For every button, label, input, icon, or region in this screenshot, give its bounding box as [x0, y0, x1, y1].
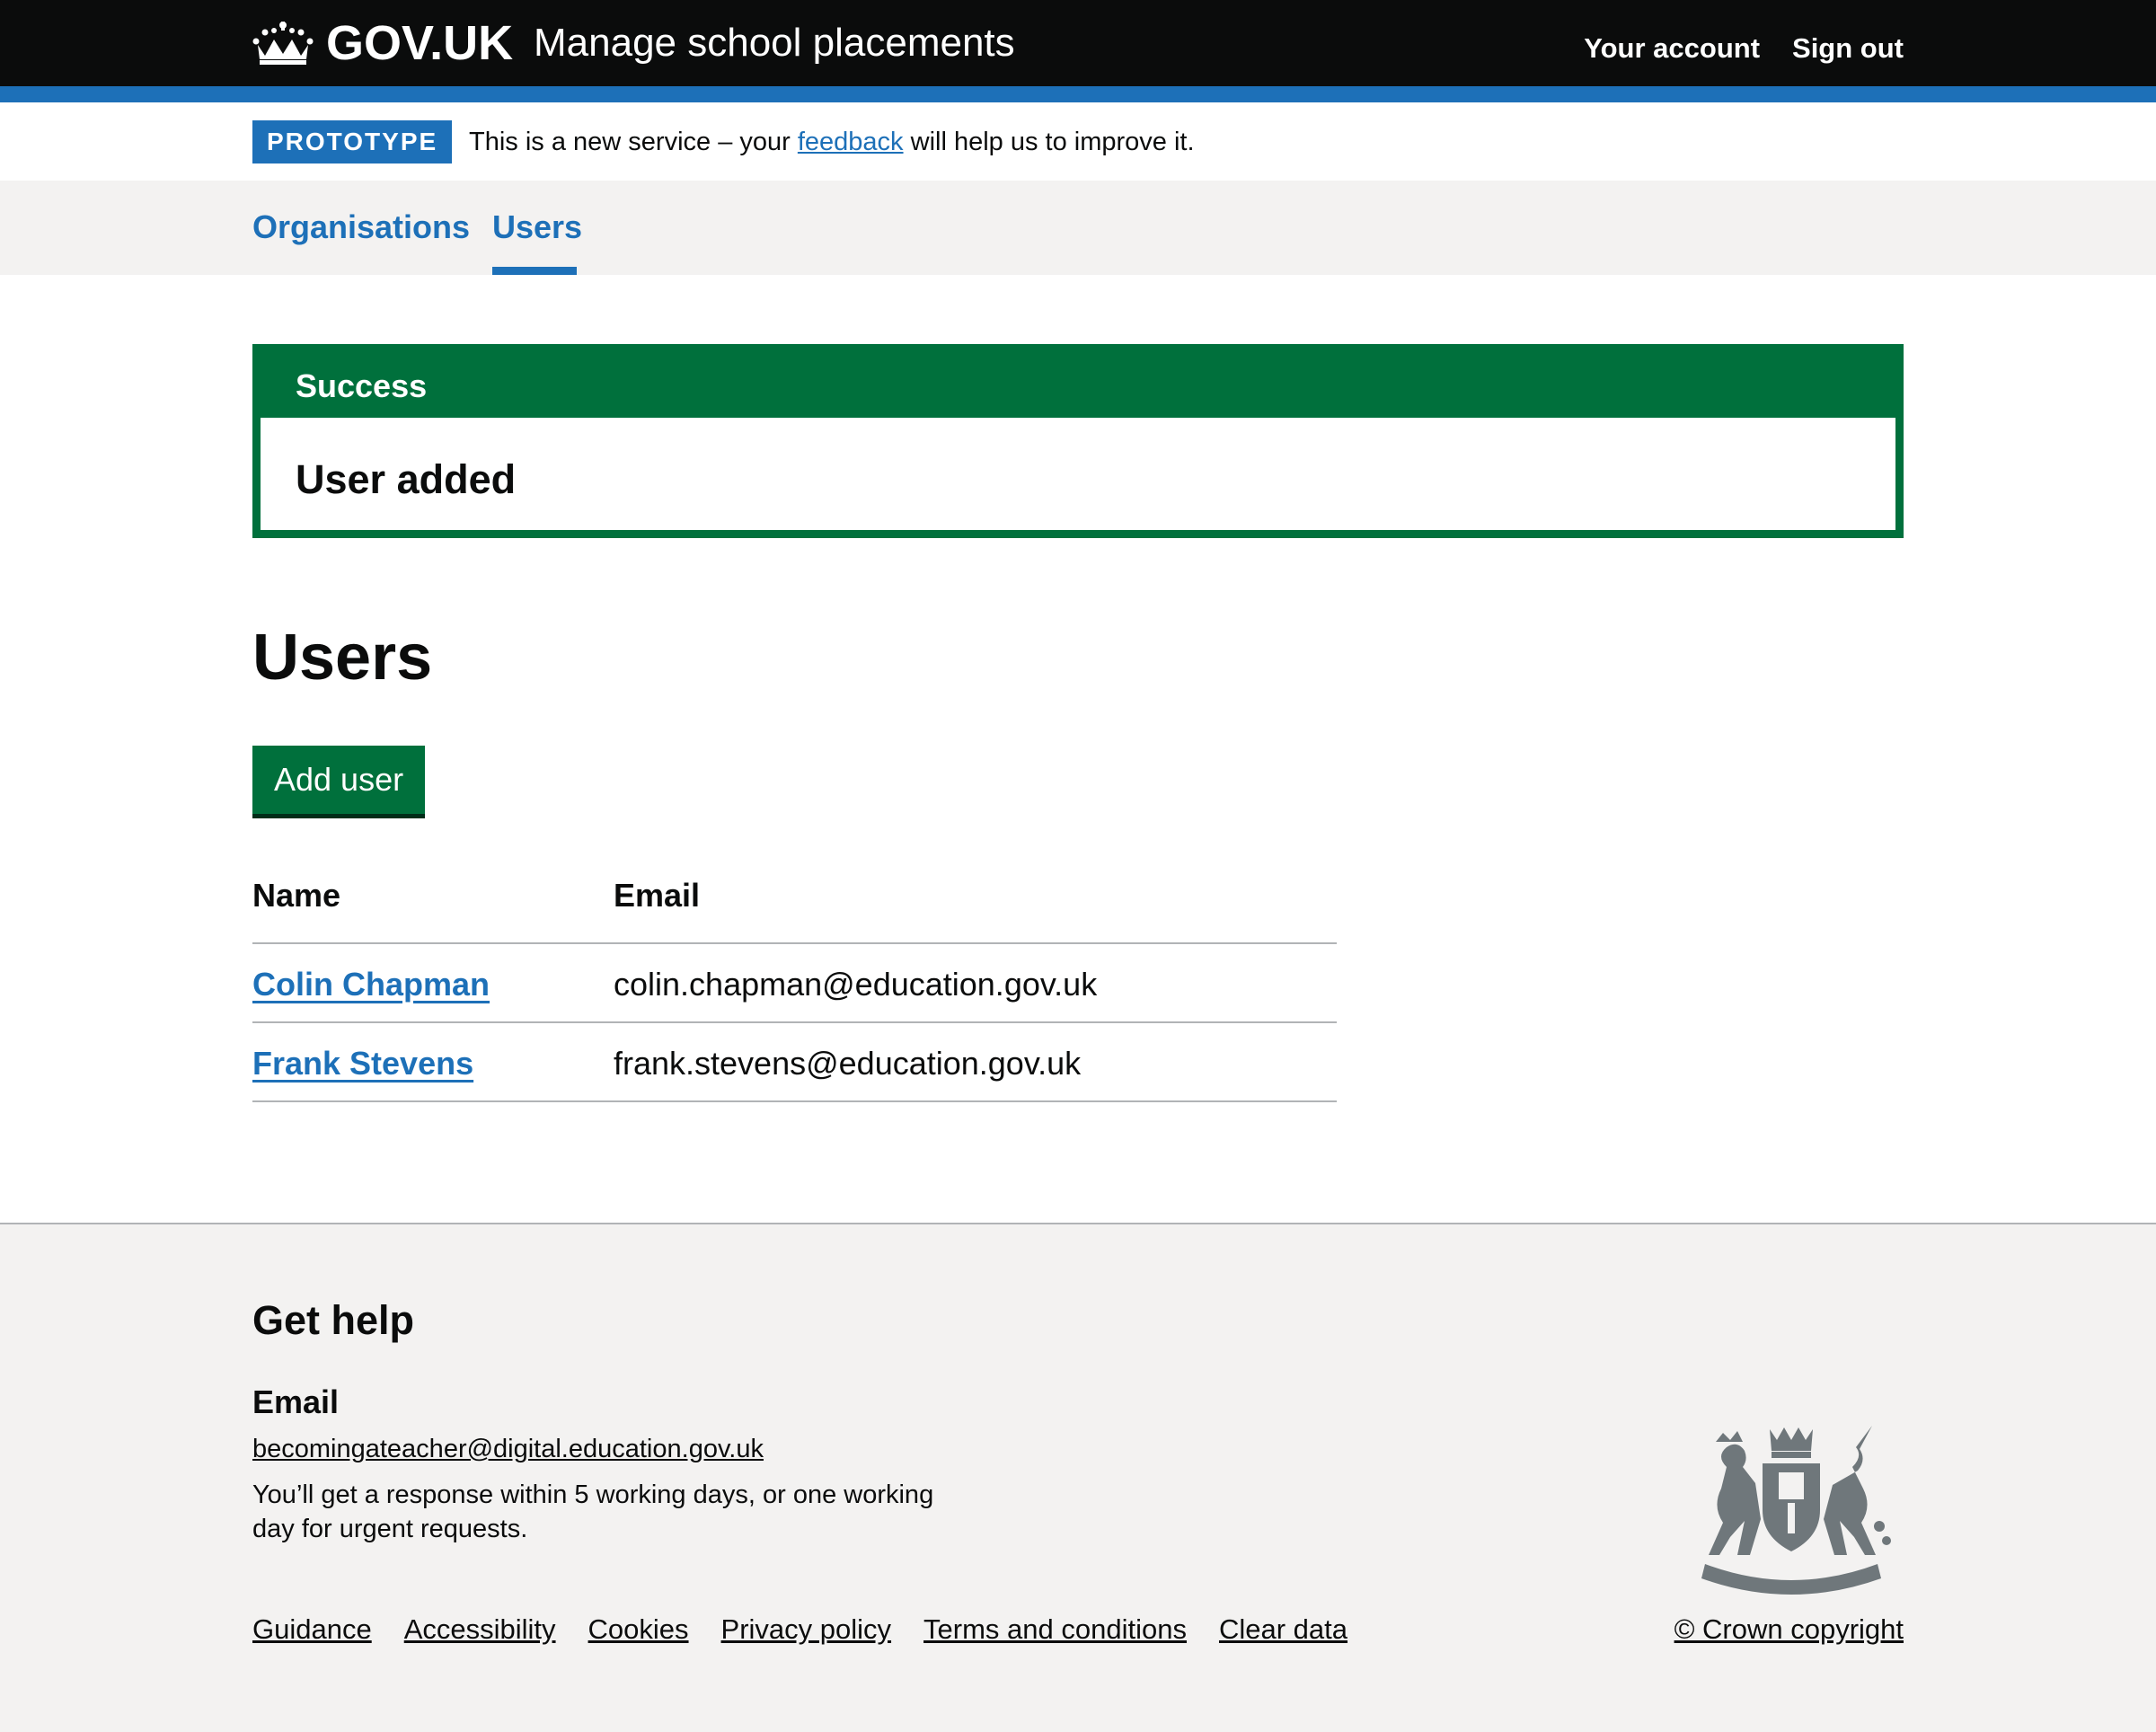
nav-item-users[interactable]: Users — [492, 208, 582, 246]
footer-link-clear-data[interactable]: Clear data — [1219, 1613, 1348, 1646]
column-header-email: Email — [614, 877, 701, 914]
site-header: GOV.UK Manage school placements Your acc… — [0, 0, 2156, 86]
support-email-link[interactable]: becomingateacher@digital.education.gov.u… — [252, 1435, 764, 1464]
footer-link-guidance[interactable]: Guidance — [252, 1613, 372, 1646]
user-name-link[interactable]: Frank Stevens — [252, 1044, 473, 1082]
footer-link-accessibility[interactable]: Accessibility — [404, 1613, 556, 1646]
govuk-logo-text: GOV.UK — [326, 16, 514, 70]
phase-banner-text: This is a new service – your feedback wi… — [469, 127, 1195, 158]
phase-text-after: will help us to improve it. — [903, 128, 1195, 156]
phase-text-before: This is a new service – your — [469, 128, 798, 156]
phase-banner: PROTOTYPE This is a new service – your f… — [0, 102, 2156, 181]
crown-icon — [252, 22, 314, 65]
prototype-tag: PROTOTYPE — [252, 120, 453, 163]
notification-header: Success — [261, 352, 1895, 418]
govuk-logo-link[interactable]: GOV.UK — [252, 16, 513, 70]
table-row-divider — [252, 1021, 1337, 1023]
nav-item-organisations[interactable]: Organisations — [252, 208, 470, 246]
royal-coat-of-arms-icon — [1701, 1426, 1891, 1595]
footer-links: Guidance Accessibility Cookies Privacy p… — [252, 1613, 1348, 1646]
notification-title: Success — [296, 367, 428, 404]
footer-link-cookies[interactable]: Cookies — [588, 1613, 689, 1646]
user-email: colin.chapman@education.gov.uk — [614, 966, 1098, 1003]
sign-out-link[interactable]: Sign out — [1792, 34, 1904, 62]
table-row-divider — [252, 1100, 1337, 1102]
notification-message: User added — [296, 456, 517, 502]
footer-email-heading: Email — [252, 1383, 340, 1420]
add-user-button[interactable]: Add user — [252, 746, 426, 814]
header-navigation: Your account Sign out — [1584, 34, 1904, 62]
success-notification-banner: Success User added — [252, 344, 1904, 538]
user-name-link[interactable]: Colin Chapman — [252, 965, 490, 1003]
your-account-link[interactable]: Your account — [1584, 34, 1760, 62]
service-navigation: Organisations Users — [0, 181, 2156, 275]
feedback-link[interactable]: feedback — [798, 128, 904, 156]
footer-link-terms-and-conditions[interactable]: Terms and conditions — [923, 1613, 1187, 1646]
column-header-name: Name — [252, 877, 341, 914]
nav-active-indicator — [492, 267, 577, 275]
header-blue-bar — [0, 86, 2156, 102]
crown-copyright-link[interactable]: © Crown copyright — [1674, 1613, 1904, 1646]
footer-link-privacy-policy[interactable]: Privacy policy — [721, 1613, 892, 1646]
response-time-text: You’ll get a response within 5 working d… — [252, 1480, 934, 1544]
service-name-link[interactable]: Manage school placements — [534, 23, 1015, 63]
page-title: Users — [252, 622, 433, 694]
user-email: frank.stevens@education.gov.uk — [614, 1045, 1082, 1082]
table-header-divider — [252, 942, 1337, 944]
footer-heading: Get help — [252, 1297, 415, 1343]
site-footer: Get help Email becomingateacher@digital.… — [0, 1223, 2156, 1732]
